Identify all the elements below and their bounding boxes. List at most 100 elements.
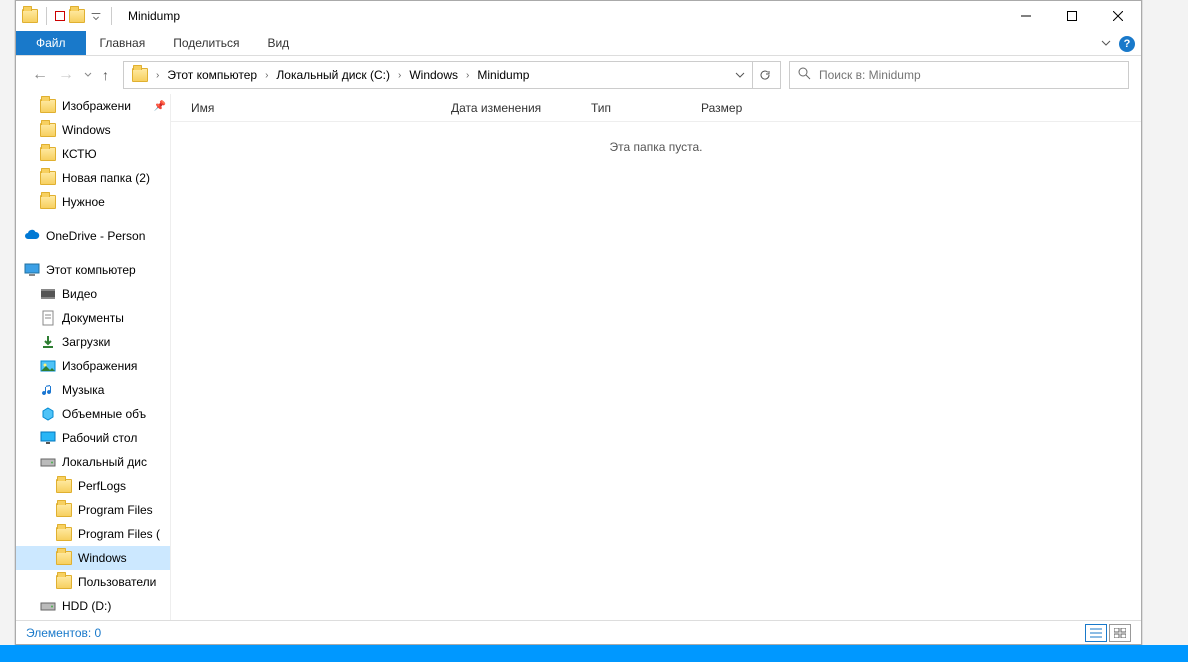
column-size[interactable]: Размер (691, 94, 781, 121)
tree-item[interactable]: Windows (16, 118, 170, 142)
tree-item-label: Объемные объ (62, 407, 146, 421)
tree-item[interactable]: Локальный дис (16, 450, 170, 474)
tree-item-label: Program Files (78, 503, 153, 517)
tree-item[interactable]: Документы (16, 306, 170, 330)
status-bar: Элементов: 0 (16, 620, 1141, 644)
tree-item-label: Нужное (62, 195, 105, 209)
3d-icon (40, 406, 56, 422)
disk-icon (40, 598, 56, 614)
video-icon (40, 286, 56, 302)
search-input[interactable] (819, 68, 1120, 82)
folder-icon (56, 502, 72, 518)
tree-item[interactable]: Нужное (16, 190, 170, 214)
breadcrumb-disk[interactable]: Локальный диск (C:) (272, 68, 394, 82)
doc-icon (40, 310, 56, 326)
nav-back-icon[interactable]: ← (32, 66, 48, 84)
folder-icon (40, 122, 56, 138)
view-thumbnails-button[interactable] (1109, 624, 1131, 642)
tree-item-label: OneDrive - Person (46, 229, 145, 243)
close-button[interactable] (1095, 1, 1141, 31)
address-bar[interactable]: › Этот компьютер › Локальный диск (C:) ›… (123, 61, 781, 89)
tree-item[interactable]: Изображения (16, 354, 170, 378)
column-headers: Имя Дата изменения Тип Размер (171, 94, 1141, 122)
tab-view[interactable]: Вид (253, 31, 303, 55)
breadcrumb-chevron-icon[interactable]: › (462, 70, 473, 81)
tree-item[interactable]: Изображени📌 (16, 94, 170, 118)
column-date[interactable]: Дата изменения (441, 94, 581, 121)
folder-icon (56, 478, 72, 494)
nav-history-dropdown-icon[interactable] (84, 66, 92, 84)
tree-item-label: Program Files ( (78, 527, 160, 541)
tree-item[interactable]: PerfLogs (16, 474, 170, 498)
qat-folder-icon[interactable] (69, 8, 85, 24)
pin-icon: 📌 (154, 101, 166, 112)
folder-icon (56, 550, 72, 566)
ribbon-expand-icon[interactable] (1101, 35, 1111, 53)
tab-file[interactable]: Файл (16, 31, 86, 55)
tree-item[interactable]: Видео (16, 282, 170, 306)
view-details-button[interactable] (1085, 624, 1107, 642)
tree-item[interactable]: Windows (16, 546, 170, 570)
explorer-window: Minidump Файл Главная Поделиться Вид ? ←… (15, 0, 1142, 645)
cloud-icon (24, 228, 40, 244)
tree-item-label: Рабочий стол (62, 431, 137, 445)
search-icon (798, 67, 811, 83)
tree-item[interactable]: Program Files (16, 498, 170, 522)
tree-item-label: Этот компьютер (46, 263, 136, 277)
tab-home[interactable]: Главная (86, 31, 160, 55)
tree-item[interactable]: КСТЮ (16, 142, 170, 166)
tree-item[interactable]: Новая папка (2) (16, 166, 170, 190)
tree-item-label: Windows (78, 551, 127, 565)
tree-item-label: Музыка (62, 383, 104, 397)
tree-item[interactable]: Музыка (16, 378, 170, 402)
folder-icon (40, 194, 56, 210)
tree-item-label: Изображения (62, 359, 137, 373)
nav-up-icon[interactable]: ↑ (102, 67, 109, 83)
empty-folder-message: Эта папка пуста. (171, 122, 1141, 172)
tree-item[interactable]: Program Files ( (16, 522, 170, 546)
disk-icon (40, 454, 56, 470)
breadcrumb-chevron-icon[interactable]: › (152, 70, 163, 81)
tree-item[interactable]: Загрузки (16, 330, 170, 354)
breadcrumb-pc[interactable]: Этот компьютер (163, 68, 261, 82)
qat-dropdown-icon[interactable] (89, 6, 103, 26)
breadcrumb-chevron-icon[interactable]: › (261, 70, 272, 81)
app-folder-icon (22, 8, 38, 24)
tree-item-label: Видео (62, 287, 97, 301)
search-box[interactable] (789, 61, 1129, 89)
tree-item[interactable]: OneDrive - Person (16, 224, 170, 248)
address-folder-icon (132, 67, 148, 83)
tree-item[interactable]: Пользователи (16, 570, 170, 594)
column-name[interactable]: Имя (171, 94, 441, 121)
tree-item[interactable]: Этот компьютер (16, 258, 170, 282)
qat-item-icon[interactable] (55, 11, 65, 21)
breadcrumb-chevron-icon[interactable]: › (394, 70, 405, 81)
minimize-button[interactable] (1003, 1, 1049, 31)
column-type[interactable]: Тип (581, 94, 691, 121)
folder-icon (56, 526, 72, 542)
qat-separator (46, 7, 47, 25)
folder-icon (40, 146, 56, 162)
images-icon (40, 358, 56, 374)
tree-item[interactable]: HDD (D:) (16, 594, 170, 618)
tree-item-label: Пользователи (78, 575, 156, 589)
tree-item-label: Загрузки (62, 335, 110, 349)
breadcrumb-windows[interactable]: Windows (405, 68, 462, 82)
address-dropdown-icon[interactable] (728, 62, 752, 88)
tree-item[interactable]: Объемные объ (16, 402, 170, 426)
ribbon-tabs: Файл Главная Поделиться Вид ? (16, 31, 1141, 56)
sidebar-tree[interactable]: Изображени📌WindowsКСТЮНовая папка (2)Нуж… (16, 94, 171, 620)
tree-item-label: HDD (D:) (62, 599, 111, 613)
folder-icon (40, 98, 56, 114)
tree-item-label: Новая папка (2) (62, 171, 150, 185)
tree-item[interactable]: Рабочий стол (16, 426, 170, 450)
breadcrumb-minidump[interactable]: Minidump (473, 68, 533, 82)
help-icon[interactable]: ? (1119, 36, 1135, 52)
nav-forward-icon[interactable]: → (58, 66, 74, 84)
tab-share[interactable]: Поделиться (159, 31, 253, 55)
pc-icon (24, 262, 40, 278)
refresh-icon[interactable] (752, 62, 776, 88)
tree-item-label: PerfLogs (78, 479, 126, 493)
desktop-icon (40, 430, 56, 446)
maximize-button[interactable] (1049, 1, 1095, 31)
